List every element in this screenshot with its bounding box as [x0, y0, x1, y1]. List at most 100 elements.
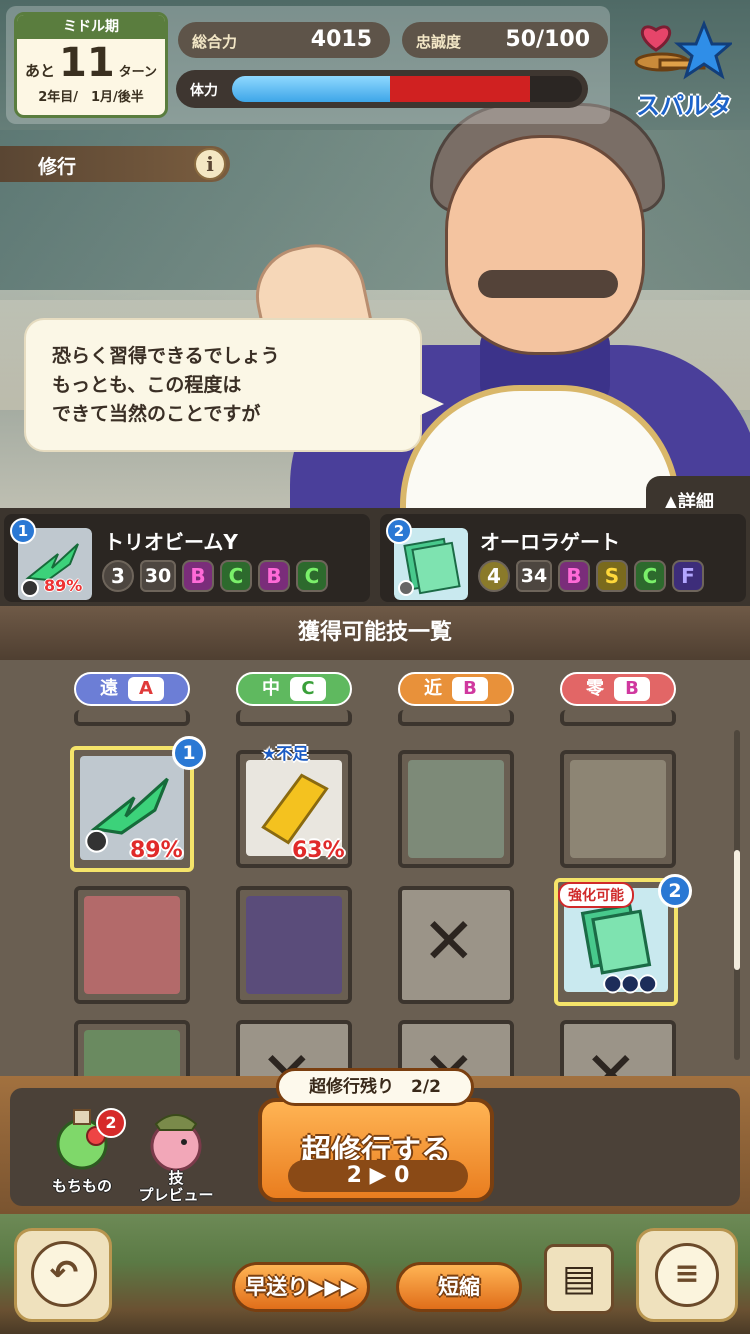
screen-title-banner: 修行 i [0, 146, 230, 182]
training-mode-label: スパルタ [636, 92, 732, 120]
skill-power: 34 [516, 560, 552, 592]
turns-remaining: あと 11 ターン [17, 41, 165, 85]
skill-tile-locked-close[interactable] [398, 750, 514, 868]
skill-success-rate: 89% [44, 576, 83, 595]
tile-slot-badge: 2 [658, 874, 692, 908]
column-close: 近B [398, 672, 514, 706]
sparta-emblem-icon [634, 20, 732, 80]
column-ranged: 遠A [74, 672, 190, 706]
skill-tile-partial[interactable] [74, 710, 190, 726]
skill-tile-ranged-3[interactable] [74, 1020, 190, 1076]
skill-grade: F [672, 560, 704, 592]
skill-grade: B [558, 560, 590, 592]
skill-cost: 3 [102, 560, 134, 592]
skill-grade: C [634, 560, 666, 592]
character-mustache [478, 270, 618, 298]
column-rank: A [128, 677, 164, 701]
stamina-fill [232, 76, 390, 102]
super-training-button[interactable]: 超修行する 2 ▶ 0 [258, 1098, 494, 1202]
unavailable-icon: ✕ [584, 1039, 638, 1076]
column-rank: C [290, 677, 326, 701]
skill-power: 30 [140, 560, 176, 592]
skill-slot-badge: 1 [10, 518, 36, 544]
equipped-skill-card[interactable]: 1 89% トリオビームY 3 30 B C B C [4, 514, 370, 602]
skill-slot-badge: 2 [386, 518, 412, 544]
turn-card: ミドル期 あと 11 ターン 2年目/ 1月/後半 [14, 12, 168, 118]
skill-cost: 4 [478, 560, 510, 592]
turns-suffix: ターン [118, 65, 158, 80]
stamina-track [232, 76, 582, 102]
screen-title: 修行 [38, 156, 77, 178]
skill-grade: B [182, 560, 214, 592]
skill-grades: 4 34 B S C F [478, 560, 704, 592]
skill-art [84, 896, 180, 994]
skill-tile-partial[interactable] [398, 710, 514, 726]
skill-grades: 3 30 B C B C [102, 560, 328, 592]
skill-grade: S [596, 560, 628, 592]
stamina-loss-preview [389, 76, 530, 102]
loyalty-stat: 忠誠度 50/100 [402, 22, 608, 58]
scrollbar-thumb[interactable] [734, 850, 740, 970]
items-button[interactable]: 2 もちもの [32, 1106, 132, 1206]
column-label: 遠 [100, 678, 118, 699]
fast-forward-button[interactable]: 早送り▶▶▶ [232, 1262, 370, 1312]
training-mode-button[interactable]: スパルタ [622, 20, 746, 120]
unavailable-icon: ✕ [422, 905, 476, 979]
skill-art [84, 1030, 180, 1076]
speech-line: 恐らく習得できるでしょう [52, 345, 280, 367]
column-mid: 中C [236, 672, 352, 706]
learnable-skills-panel: 獲得可能技一覧 遠A 中C 近B 零B 1 89% ★不足 63% ✕ 強化可能… [0, 606, 750, 1076]
upgradable-tag: 強化可能 [558, 882, 634, 908]
items-label: もちもの [51, 1177, 112, 1195]
super-training-remaining: 超修行残り 2/2 [276, 1068, 474, 1106]
tile-success-rate: 89% [130, 838, 183, 863]
column-label: 近 [424, 678, 442, 699]
power-value: 4015 [310, 27, 372, 52]
level-dots: ●●● [604, 970, 657, 994]
column-zero: 零B [560, 672, 676, 706]
info-icon[interactable]: i [194, 148, 226, 180]
skill-grade: C [220, 560, 252, 592]
skill-tile-ranged-2[interactable] [74, 886, 190, 1004]
column-label: 中 [262, 678, 280, 699]
back-arrow-icon: ↶ [31, 1241, 97, 1307]
skill-tile-partial[interactable] [560, 710, 676, 726]
loyalty-value: 50/100 [505, 27, 590, 52]
preview-label: 技 プレビュー [138, 1169, 214, 1204]
silhouette-art [408, 760, 504, 858]
skill-grid[interactable]: 遠A 中C 近B 零B 1 89% ★不足 63% ✕ 強化可能 2 ●●● ✕… [0, 660, 750, 1076]
shorten-button[interactable]: 短縮 [396, 1262, 522, 1312]
tile-shortage-label: ★不足 [262, 744, 309, 763]
character-head [445, 135, 645, 355]
back-button[interactable]: ↶ [14, 1228, 112, 1322]
skill-tile-partial[interactable] [236, 710, 352, 726]
column-label: 零 [586, 678, 604, 699]
skill-art [246, 896, 342, 994]
skill-grade: C [296, 560, 328, 592]
period-label: ミドル期 [17, 15, 165, 39]
power-label: 総合力 [192, 33, 238, 51]
column-rank: B [452, 677, 488, 701]
super-training-ticket-cost: 2 ▶ 0 [288, 1160, 468, 1192]
speech-line: もっとも、この程度は [52, 374, 242, 396]
skill-preview-button[interactable]: 技 プレビュー [126, 1106, 226, 1206]
items-count-badge: 2 [96, 1108, 126, 1138]
current-date: 2年目/ 1月/後半 [38, 90, 144, 105]
log-icon[interactable]: ▤ [544, 1244, 614, 1314]
equipped-skill-card[interactable]: 2 オーロラゲート 4 34 B S C F [380, 514, 746, 602]
skill-grade: B [258, 560, 290, 592]
list-scrollbar[interactable] [734, 730, 740, 1060]
speech-line: できて当然のことですが [52, 403, 261, 425]
silhouette-art [570, 760, 666, 858]
column-rank: B [614, 677, 650, 701]
skill-tile-mid-2[interactable] [236, 886, 352, 1004]
skill-tile-locked-zero[interactable] [560, 750, 676, 868]
tile-slot-badge: 1 [172, 736, 206, 770]
skill-tile-unavailable[interactable]: ✕ [398, 886, 514, 1004]
skill-tile-unavailable[interactable]: ✕ [560, 1020, 676, 1076]
stamina-bar: 体力 [176, 70, 588, 108]
tile-success-rate: 63% [292, 838, 345, 863]
menu-button[interactable]: ≡ [636, 1228, 738, 1322]
turns-prefix: あと [24, 62, 55, 80]
stamina-label: 体力 [190, 83, 218, 99]
